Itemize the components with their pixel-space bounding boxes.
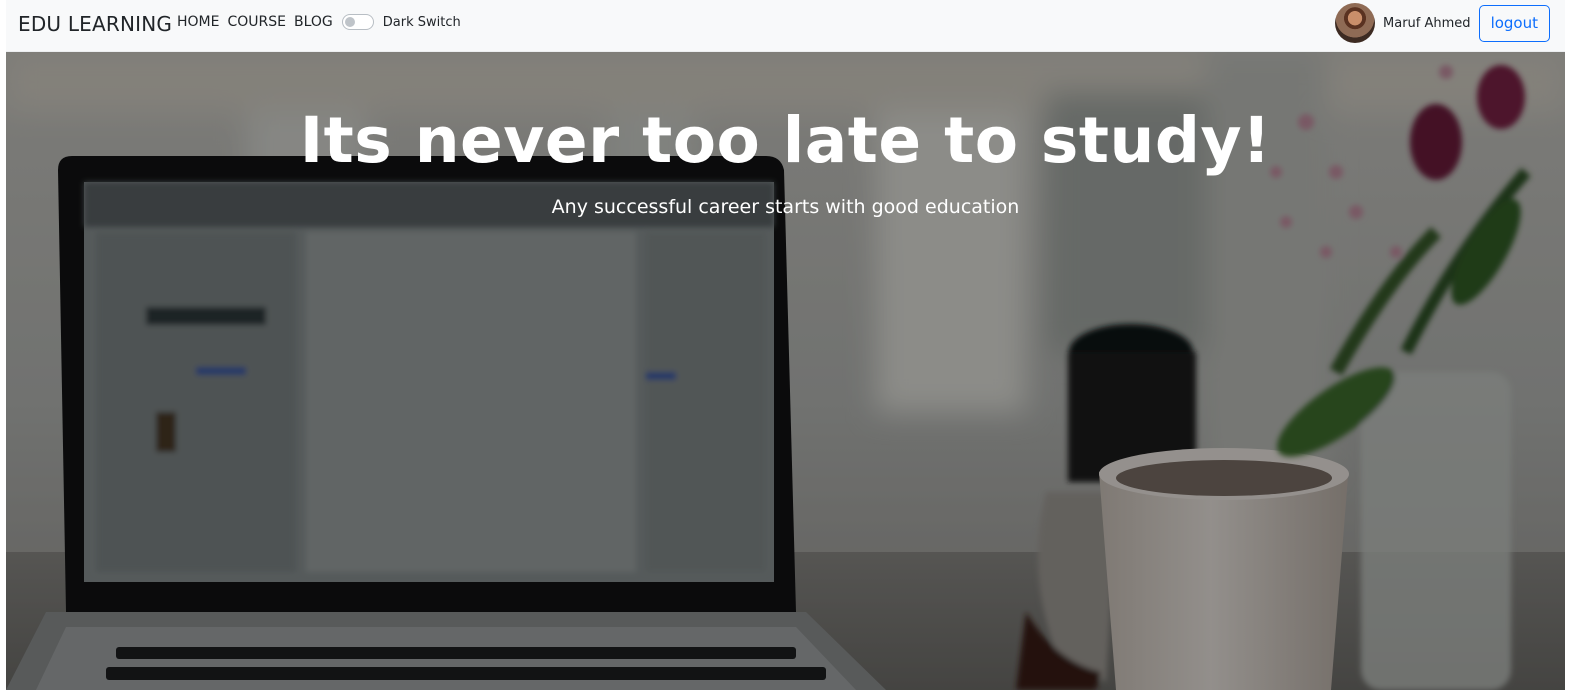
nav-link-blog[interactable]: BLOG [294,14,333,30]
top-navbar: EDU LEARNING HOME COURSE BLOG Dark Switc… [6,0,1565,52]
dark-switch-toggle[interactable] [341,14,374,30]
logout-button[interactable]: logout [1478,4,1550,42]
nav-link-home[interactable]: HOME [177,14,219,30]
brand-link[interactable]: EDU LEARNING [18,12,172,36]
hero-title: Its never too late to study! [299,104,1272,177]
nav-link-course[interactable]: COURSE [227,14,286,30]
user-avatar-icon[interactable] [1335,3,1376,43]
page: EDU LEARNING HOME COURSE BLOG Dark Switc… [0,0,1571,698]
user-name: Maruf Ahmed [1383,15,1471,31]
nav-links: HOME COURSE BLOG Dark Switch [177,14,461,30]
dark-switch[interactable]: Dark Switch [341,14,461,30]
user-area: Maruf Ahmed logout [1335,3,1550,43]
hero-subtitle: Any successful career starts with good e… [551,196,1020,218]
hero-banner: Its never too late to study! Any success… [6,52,1565,690]
dark-switch-label[interactable]: Dark Switch [383,15,461,30]
dark-switch-knob [344,17,355,27]
